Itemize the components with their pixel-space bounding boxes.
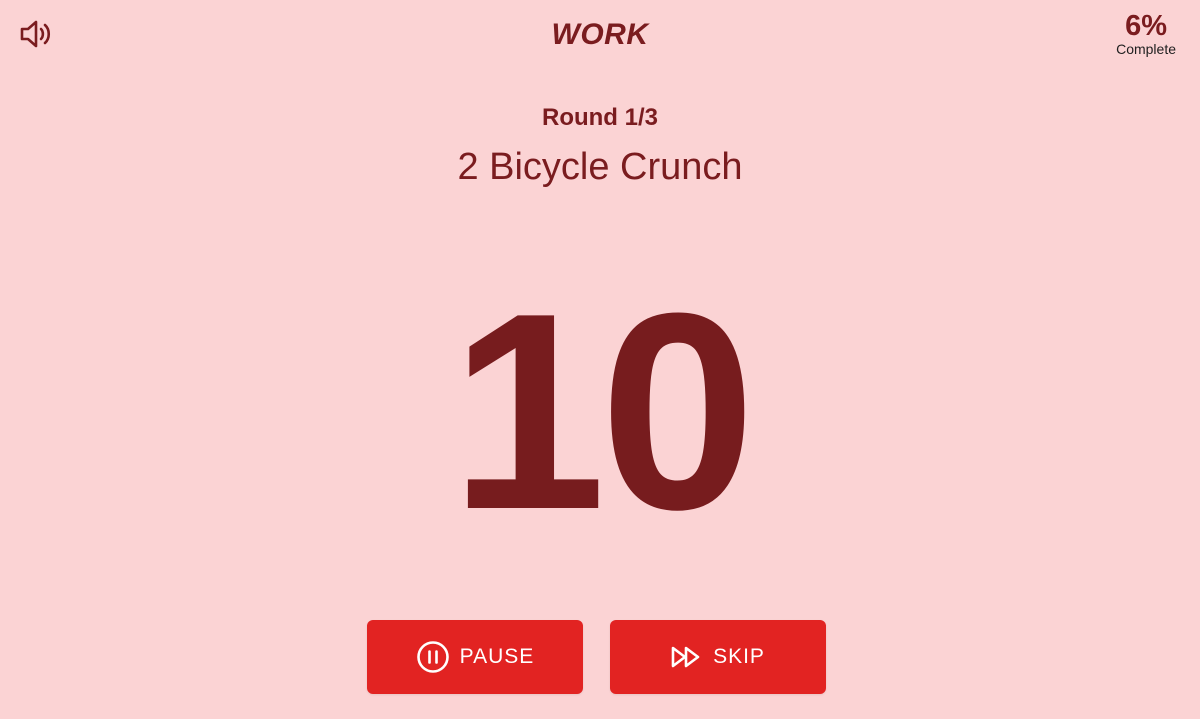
fast-forward-icon — [671, 645, 703, 669]
pause-button[interactable]: PAUSE — [367, 620, 583, 694]
pause-circle-icon — [416, 640, 450, 674]
skip-button[interactable]: SKIP — [610, 620, 826, 694]
exercise-name: 2 Bicycle Crunch — [457, 146, 743, 188]
progress-indicator: 6% Complete — [1116, 10, 1176, 56]
progress-label: Complete — [1116, 41, 1176, 57]
progress-percent: 6% — [1125, 10, 1167, 42]
skip-button-label: SKIP — [713, 645, 765, 668]
phase-label: WORK — [551, 18, 649, 51]
countdown-timer: 10 — [450, 256, 755, 568]
pause-button-label: PAUSE — [459, 645, 535, 668]
round-counter: Round 1/3 — [541, 104, 658, 131]
